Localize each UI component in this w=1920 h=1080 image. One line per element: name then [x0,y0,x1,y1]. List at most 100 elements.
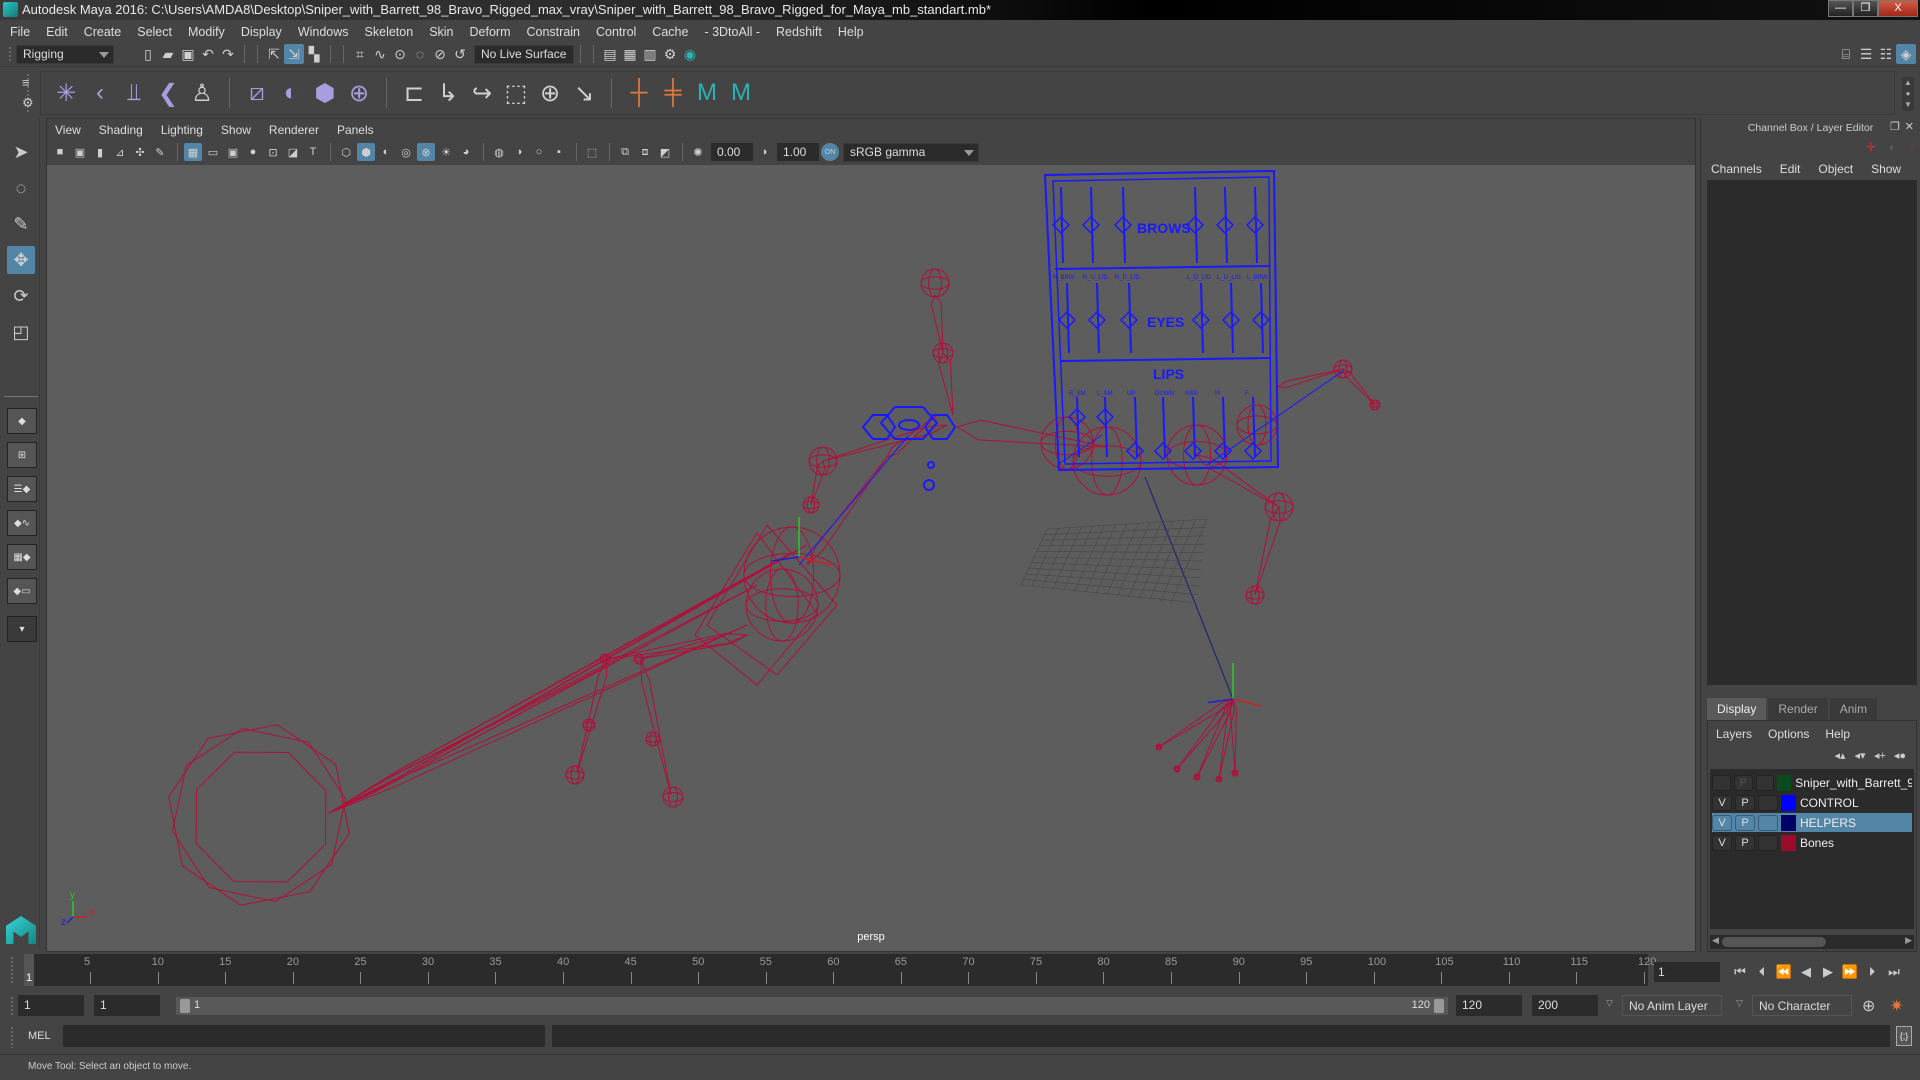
layer-menu-help[interactable]: Help [1825,727,1850,741]
grease-pencil-icon[interactable]: ✎ [151,143,169,161]
layer-type-toggle[interactable] [1758,834,1778,851]
channel-box-toggle-icon[interactable]: ◈ [1896,44,1916,64]
current-frame-field[interactable]: 1 [1654,962,1720,982]
menu-display[interactable]: Display [241,25,282,39]
safe-title-icon[interactable]: T [304,143,322,161]
layer-name[interactable]: Sniper_with_Barrett_98 [1795,776,1912,790]
menu-cache[interactable]: Cache [652,25,688,39]
snap-point-icon[interactable]: ⊙ [390,44,410,64]
new-layer-icon[interactable]: ◂+ [1870,749,1890,762]
channel-list[interactable] [1707,180,1917,685]
command-language-label[interactable]: MEL [28,1030,51,1042]
layout-more-button[interactable]: ▾ [7,616,37,642]
layer-menu-options[interactable]: Options [1768,727,1809,741]
rotate-tool-icon[interactable]: ⟳ [7,282,35,310]
layer-visibility-toggle[interactable] [1712,774,1731,791]
layer-row[interactable]: P Sniper_with_Barrett_98 [1712,773,1912,792]
lattice-icon[interactable]: ⬢ [308,76,342,110]
wireframe-on-shaded-icon[interactable]: ◐ [377,143,395,161]
ipr-render-icon[interactable]: ▥ [640,44,660,64]
layout-four-pane-icon[interactable]: ⊞ [7,442,37,468]
layer-visibility-toggle[interactable]: V [1712,814,1732,831]
layer-visibility-toggle[interactable]: V [1712,794,1732,811]
exposure-icon[interactable]: ✺ [689,143,707,161]
render-current-icon[interactable]: ▦ [620,44,640,64]
cb-menu-channels[interactable]: Channels [1711,162,1762,176]
open-scene-icon[interactable]: ▰ [158,44,178,64]
gate-mask-icon[interactable]: ● [244,143,262,161]
layer-name[interactable]: HELPERS [1800,816,1856,830]
cb-menu-show[interactable]: Show [1871,162,1901,176]
play-backwards-icon[interactable]: ◀ [1796,962,1816,982]
scroll-left-icon[interactable]: ◀ [1712,935,1719,946]
menuset-dropdown[interactable]: Rigging [16,45,114,64]
menu-deform[interactable]: Deform [470,25,511,39]
parent-constraint-icon[interactable]: ⊏ [397,76,431,110]
go-to-end-icon[interactable]: ⏭ [1884,962,1904,982]
insert-joint-icon[interactable]: ❮ [151,76,185,110]
modeling-toolkit-icon[interactable]: ⌸ [1836,44,1856,64]
panel-menu-show[interactable]: Show [221,123,251,137]
attribute-editor-icon[interactable]: ☰ [1856,44,1876,64]
smooth-shade-icon[interactable]: ⬢ [357,143,375,161]
gamma-field[interactable]: 1.00 [777,143,819,161]
render-settings-icon[interactable]: ⚙ [660,44,680,64]
snap-projected-icon[interactable]: ↺ [450,44,470,64]
layer-playback-toggle[interactable]: P [1735,794,1755,811]
layer-color-swatch[interactable] [1777,774,1792,791]
locator-icon[interactable]: ┼ [622,76,656,110]
menu-edit[interactable]: Edit [46,25,68,39]
menu-create[interactable]: Create [84,25,122,39]
camera-icon[interactable]: ■ [51,143,69,161]
shelf-gear-icon[interactable]: ⚙ [22,95,34,111]
animation-start-field[interactable]: 1 [18,995,84,1016]
use-all-lights-icon[interactable]: ☀ [437,143,455,161]
move-layer-down-icon[interactable]: ◂▾ [1850,749,1870,762]
snap-curve-icon[interactable]: ∿ [370,44,390,64]
tab-render[interactable]: Render [1768,698,1828,720]
maya-logo-icon[interactable]: M [690,76,724,110]
cb-menu-object[interactable]: Object [1818,162,1853,176]
film-gate-icon[interactable]: ▭ [204,143,222,161]
auto-key-icon[interactable]: ⊕ [1862,996,1875,1016]
default-material-icon[interactable]: ◎ [397,143,415,161]
layer-playback-toggle[interactable]: P [1735,834,1755,851]
lasso-tool-icon[interactable]: ◌ [7,174,35,202]
move-tool-icon[interactable]: ✥ [7,246,35,274]
screen-space-ao-icon[interactable]: ◍ [490,143,508,161]
status-grip[interactable] [8,46,12,63]
layout-single-pane-icon[interactable]: ◆ [7,408,37,434]
layer-hscrollbar[interactable]: ◀ ▶ [1710,935,1914,949]
minimize-button[interactable]: — [1828,0,1853,17]
resolution-gate-icon[interactable]: ▣ [224,143,242,161]
redo-icon[interactable]: ↷ [218,44,238,64]
layer-type-toggle[interactable] [1758,794,1778,811]
character-set-dropdown-icon[interactable]: ▽ [1736,998,1743,1009]
joint-tool-icon[interactable]: ✳ [49,76,83,110]
face-control-panel[interactable]: BROWS EYES LIPS R_BRW R_U_LID R_D_LID L_D_L… [1043,169,1280,472]
layout-hypershade-persp-icon[interactable]: ▦◆ [7,544,37,570]
safe-action-icon[interactable]: ◪ [284,143,302,161]
save-scene-icon[interactable]: ▣ [178,44,198,64]
layer-menu-layers[interactable]: Layers [1716,727,1752,741]
isolate-select-icon[interactable]: ⬚ [583,143,601,161]
smooth-bind-icon[interactable]: ◐ [274,76,308,110]
channel-speed-icon[interactable]: ∕ [1912,140,1914,154]
range-grip[interactable] [10,996,14,1016]
xray-icon[interactable]: ⊗ [417,143,435,161]
camera-attributes-icon[interactable]: ▣ [71,143,89,161]
layer-name[interactable]: CONTROL [1800,796,1859,810]
play-forwards-icon[interactable]: ▶ [1818,962,1838,982]
move-layer-up-icon[interactable]: ◂▴ [1830,749,1850,762]
cb-menu-edit[interactable]: Edit [1780,162,1801,176]
close-button[interactable]: X [1878,0,1918,17]
snap-grid-icon[interactable]: ⌗ [350,44,370,64]
step-back-key-icon[interactable]: ⏪ [1774,962,1794,982]
command-input[interactable] [63,1025,545,1047]
locator-constraint-icon[interactable]: ╪ [656,76,690,110]
colorspace-dropdown[interactable]: sRGB gamma [843,142,979,162]
script-editor-icon[interactable]: {;} [1896,1026,1912,1046]
scale-constraint-icon[interactable]: ⬚ [499,76,533,110]
scale-tool-icon[interactable]: ◰ [7,318,35,346]
panel-menu-renderer[interactable]: Renderer [269,123,319,137]
